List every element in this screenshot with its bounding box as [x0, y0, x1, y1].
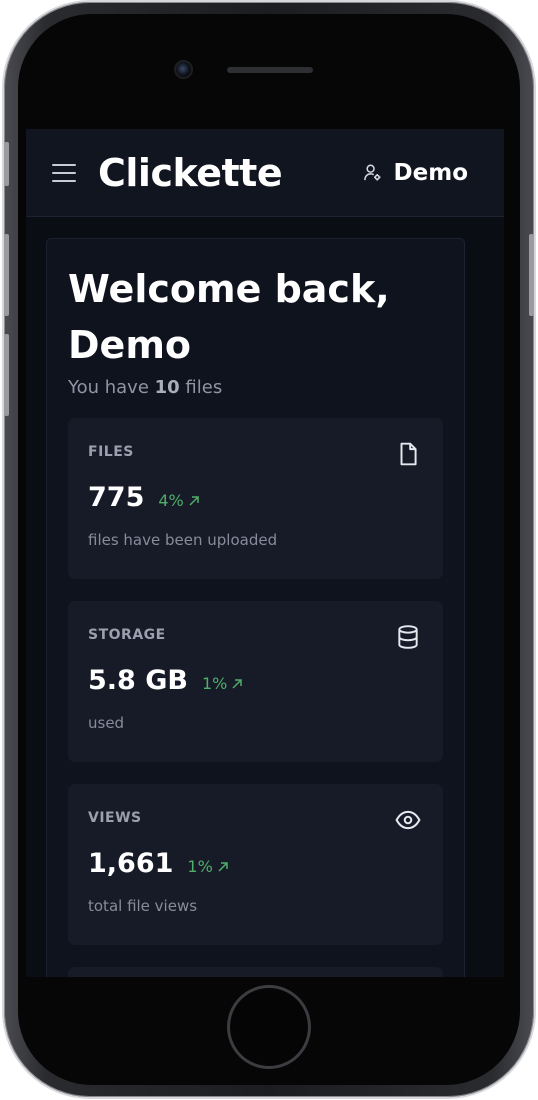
stat-value: 1,661 — [88, 848, 174, 879]
stat-card-views: VIEWS 1,661 1% total file views — [68, 784, 443, 945]
stat-delta: 1% — [187, 857, 228, 876]
user-menu-button[interactable]: Demo — [363, 160, 468, 186]
file-count-summary: You have 10 files — [68, 377, 223, 398]
database-icon — [398, 625, 418, 649]
stat-card-storage: STORAGE 5.8 GB 1% used — [68, 601, 443, 762]
dashboard-card: Welcome back, Demo You have 10 files FIL… — [46, 238, 465, 977]
user-name: Demo — [393, 159, 468, 186]
arrow-up-right-icon — [189, 495, 199, 506]
user-settings-icon — [363, 164, 381, 181]
stat-label: FILES — [88, 444, 134, 460]
home-button[interactable] — [227, 985, 311, 1069]
stat-card-files: FILES 775 4% files have been uploaded — [68, 418, 443, 579]
app-screen: Clickette Demo Welcome back, Demo You ha… — [26, 129, 504, 977]
stat-value: 775 — [88, 482, 145, 513]
stat-value: 5.8 GB — [88, 665, 188, 696]
stat-label: STORAGE — [88, 627, 166, 643]
arrow-up-right-icon — [232, 678, 243, 689]
stat-card-partial — [68, 967, 443, 977]
front-camera-icon — [174, 60, 193, 79]
arrow-up-right-icon — [218, 861, 228, 872]
stat-description: files have been uploaded — [88, 531, 278, 549]
app-header: Clickette Demo — [26, 129, 504, 217]
file-icon — [400, 442, 417, 466]
mute-switch — [4, 142, 9, 186]
volume-up-button — [4, 234, 9, 316]
file-count: 10 — [154, 377, 180, 398]
volume-down-button — [4, 334, 9, 416]
power-button — [529, 234, 534, 316]
welcome-heading: Welcome back, Demo — [68, 267, 390, 367]
stat-description: total file views — [88, 897, 198, 915]
earpiece-speaker — [227, 67, 313, 73]
stat-delta: 1% — [202, 674, 243, 693]
app-title: Clickette — [98, 150, 283, 195]
hamburger-menu-icon[interactable] — [52, 163, 76, 182]
stat-description: used — [88, 714, 125, 732]
stat-label: VIEWS — [88, 810, 142, 826]
eye-icon — [395, 810, 421, 830]
stat-delta: 4% — [158, 491, 199, 510]
